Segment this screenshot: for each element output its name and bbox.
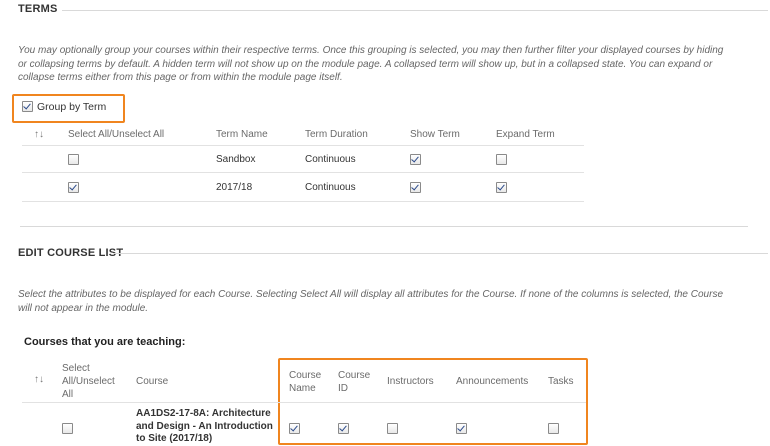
term-row-divider	[22, 172, 584, 173]
terms-header-divider	[22, 145, 584, 146]
courses-header-select-all: Select All/Unselect All	[62, 363, 115, 400]
courses-teaching-heading: Courses that you are teaching:	[24, 336, 186, 348]
course-name-checkbox[interactable]	[289, 423, 300, 434]
instructors-checkbox[interactable]	[387, 423, 398, 434]
term-duration-cell: Continuous	[305, 182, 356, 193]
term-show-checkbox[interactable]	[410, 182, 421, 193]
terms-header-select-all: Select All/Unselect All	[68, 129, 165, 140]
term-row-divider	[22, 201, 584, 202]
terms-title-rule	[62, 10, 768, 11]
course-title-cell: AA1DS2-17-8A: Architecture and Design - …	[136, 408, 273, 444]
term-row-select-checkbox[interactable]	[68, 154, 79, 165]
edit-course-list-description: Select the attributes to be displayed fo…	[18, 289, 723, 314]
courses-header-course: Course	[136, 376, 169, 387]
term-name-cell: Sandbox	[216, 154, 256, 165]
tasks-checkbox[interactable]	[548, 423, 559, 434]
term-row-select-checkbox[interactable]	[68, 182, 79, 193]
courses-header-tasks: Tasks	[548, 376, 574, 387]
edit-course-list-title-rule	[114, 253, 768, 254]
courses-sort-icon[interactable]: ↑↓	[34, 374, 44, 385]
term-show-checkbox[interactable]	[410, 154, 421, 165]
terms-header-show-term: Show Term	[410, 129, 460, 140]
terms-description: You may optionally group your courses wi…	[18, 45, 724, 83]
terms-sort-icon[interactable]: ↑↓	[34, 129, 44, 140]
term-duration-cell: Continuous	[305, 154, 356, 165]
courses-header-divider	[22, 402, 586, 403]
terms-header-term-name: Term Name	[216, 129, 268, 140]
term-expand-checkbox[interactable]	[496, 154, 507, 165]
course-id-checkbox[interactable]	[338, 423, 349, 434]
term-expand-checkbox[interactable]	[496, 182, 507, 193]
course-row-select-checkbox[interactable]	[62, 423, 73, 434]
courses-header-course-name: Course Name	[289, 370, 322, 394]
terms-header-expand-term: Expand Term	[496, 129, 555, 140]
group-by-term-label: Group by Term	[37, 101, 107, 113]
courses-header-course-id: Course ID	[338, 370, 371, 394]
courses-header-announcements: Announcements	[456, 376, 529, 387]
announcements-checkbox[interactable]	[456, 423, 467, 434]
terms-section-title: TERMS	[18, 3, 58, 15]
group-by-term-checkbox[interactable]	[22, 101, 33, 112]
term-name-cell: 2017/18	[216, 182, 253, 193]
courses-header-instructors: Instructors	[387, 376, 434, 387]
terms-header-term-duration: Term Duration	[305, 129, 368, 140]
edit-course-list-title: EDIT COURSE LIST	[18, 247, 124, 259]
terms-bottom-rule	[20, 226, 748, 227]
